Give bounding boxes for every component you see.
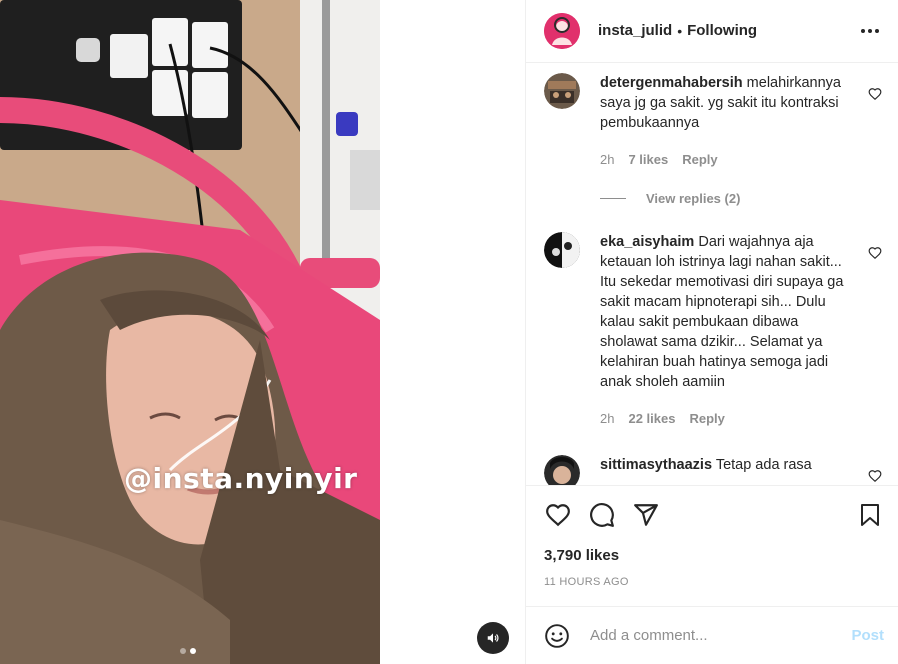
emoji-button[interactable] [544,623,570,649]
view-replies-line [600,197,626,199]
bookmark-icon [861,504,879,527]
following-button[interactable]: Following [687,22,757,39]
comment-text: eka_aisyhaim Dari wajahnya aja ketauan l… [600,233,844,390]
author-avatar-image [544,12,580,49]
view-replies-button[interactable]: View replies (2) [600,191,882,206]
comment-time: 2h [600,151,615,167]
video-watermark: @insta.nyinyir [124,462,358,495]
comment-item: detergenmahabersih melahirkannya saya jg… [544,72,882,170]
comment-text: detergenmahabersih melahirkannya saya jg… [600,74,841,131]
comment-composer: Post [526,606,898,664]
post-video[interactable]: @insta.nyinyir [0,0,380,664]
comment-button[interactable] [588,501,616,529]
commenter-avatar[interactable] [544,72,580,109]
comment-meta: 2h 22 likes Reply [600,409,858,429]
reply-button[interactable]: Reply [689,409,724,429]
heart-icon [868,246,882,259]
post-sidebar: insta_julid • Following detergenmahabers… [526,0,898,664]
more-options-button[interactable] [858,19,882,43]
post-header: insta_julid • Following [526,0,898,63]
header-separator: • [677,22,683,39]
comment-item: eka_aisyhaim Dari wajahnya aja ketauan l… [544,231,882,429]
comment-text: sittimasythaazis Tetap ada rasa [600,456,812,473]
heart-icon [868,469,882,482]
emoji-icon [545,623,569,648]
commenter-avatar[interactable] [544,231,580,268]
carousel-dot-active [190,648,196,654]
post-dialog: @insta.nyinyir insta_julid • Following d… [0,0,898,664]
reply-button[interactable]: Reply [682,150,717,170]
comment-username[interactable]: detergenmahabersih [600,75,743,91]
speaker-icon [487,633,499,643]
post-time: 11 HOURS AGO [544,576,629,589]
comment-username[interactable]: sittimasythaazis [600,457,712,473]
comment-likes[interactable]: 7 likes [628,150,668,170]
save-button[interactable] [856,501,884,529]
more-icon [861,28,879,33]
comment-input[interactable] [590,627,852,645]
comment-time: 2h [600,410,615,426]
heart-icon [546,504,570,527]
comment-item: sittimasythaazis Tetap ada rasa [544,454,882,485]
comment-like-button[interactable] [868,246,882,260]
post-comment-button[interactable]: Post [851,627,884,644]
commenter-avatar[interactable] [544,454,580,485]
post-media: @insta.nyinyir [0,0,526,664]
comment-meta: 2h 7 likes Reply [600,150,858,170]
author-avatar[interactable] [544,12,580,49]
comment-likes[interactable]: 22 likes [628,409,675,429]
share-button[interactable] [632,501,660,529]
comment-icon [590,503,614,528]
comment-username[interactable]: eka_aisyhaim [600,234,694,250]
carousel-dot [180,648,186,654]
action-bar [526,484,898,546]
comment-like-button[interactable] [868,469,882,483]
share-icon [634,504,658,527]
heart-icon [868,87,882,100]
video-frame [0,0,380,664]
comments-list[interactable]: detergenmahabersih melahirkannya saya jg… [526,63,898,485]
author-username[interactable]: insta_julid [598,22,672,39]
like-button[interactable] [544,501,572,529]
carousel-indicator [180,648,196,654]
comment-like-button[interactable] [868,87,882,101]
likes-count[interactable]: 3,790 likes [526,547,898,564]
mute-button[interactable] [477,622,509,654]
